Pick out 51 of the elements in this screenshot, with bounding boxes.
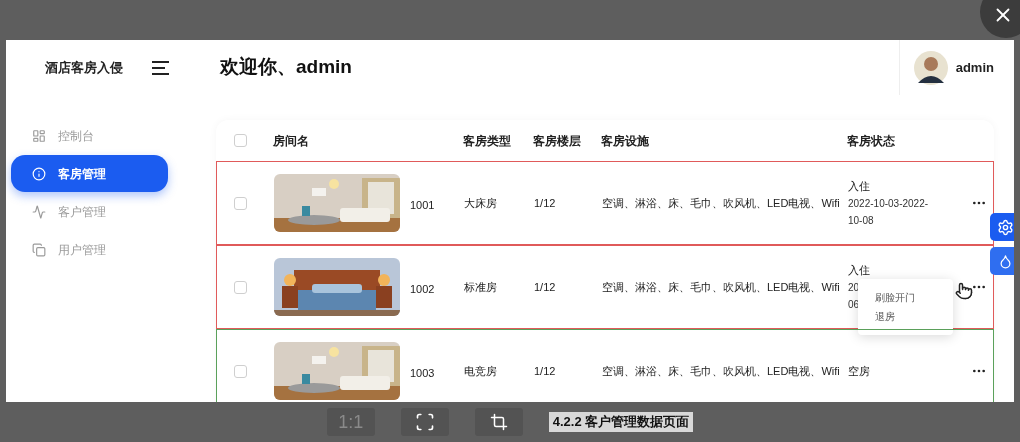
room-facilities: 空调、淋浴、床、毛巾、吹风机、LED电视、Wifi bbox=[602, 195, 841, 211]
crop-icon bbox=[489, 413, 508, 431]
droplet-icon bbox=[997, 253, 1013, 269]
avatar bbox=[913, 50, 948, 85]
room-status: 入住 bbox=[848, 262, 870, 278]
room-facilities: 空调、淋浴、床、毛巾、吹风机、LED电视、Wifi bbox=[602, 363, 841, 379]
checkbox[interactable] bbox=[234, 196, 247, 210]
column-header: 客房楼层 bbox=[533, 132, 582, 150]
fit-icon bbox=[414, 412, 435, 432]
theme-button[interactable] bbox=[990, 247, 1014, 275]
column-header: 客房设施 bbox=[601, 132, 650, 150]
sidebar-item[interactable]: 控制台 bbox=[11, 117, 168, 154]
pulse-icon bbox=[32, 204, 46, 219]
sidebar-item[interactable]: 用户管理 bbox=[11, 231, 168, 268]
room-facilities: 空调、淋浴、床、毛巾、吹风机、LED电视、Wifi bbox=[602, 279, 841, 295]
room-type: 标准房 bbox=[464, 279, 498, 295]
checkbox[interactable] bbox=[234, 364, 247, 378]
crop-button[interactable] bbox=[474, 408, 523, 436]
info-icon bbox=[32, 166, 46, 181]
settings-icon bbox=[996, 218, 1014, 236]
page-title: 欢迎你、admin bbox=[220, 55, 352, 80]
room-type: 大床房 bbox=[464, 195, 498, 211]
room-status: 空房 bbox=[848, 363, 870, 379]
column-header: 房间名 bbox=[273, 132, 310, 150]
room-status: 入住 bbox=[848, 178, 870, 194]
settings-button[interactable] bbox=[990, 213, 1014, 241]
stay-dates: 2022-10-03-2022- bbox=[848, 197, 929, 212]
room-type: 电竞房 bbox=[464, 363, 498, 379]
room-floor: 1/12 bbox=[534, 279, 557, 295]
menu-item[interactable]: 退房 bbox=[875, 309, 953, 324]
sidebar-item[interactable]: 客户管理 bbox=[11, 193, 168, 230]
checkbox[interactable] bbox=[234, 134, 247, 147]
fit-button[interactable] bbox=[400, 408, 449, 436]
room-floor: 1/12 bbox=[534, 195, 557, 211]
sidebar-item[interactable]: 客房管理 bbox=[11, 155, 168, 192]
brand-title: 酒店客房入侵 bbox=[45, 58, 124, 77]
room-number: 1002 bbox=[410, 281, 435, 297]
image-caption: 4.2.2 客户管理数据页面 bbox=[548, 412, 694, 432]
dashboard-icon bbox=[32, 128, 46, 143]
room-floor: 1/12 bbox=[534, 363, 557, 379]
stay-dates: 10-08 bbox=[848, 214, 874, 229]
room-number: 1001 bbox=[410, 197, 435, 213]
menu-item[interactable]: 刷脸开门 bbox=[875, 290, 953, 305]
column-header: 客房类型 bbox=[463, 132, 512, 150]
checkbox[interactable] bbox=[234, 280, 247, 294]
user-name: admin bbox=[955, 58, 994, 77]
pages-icon bbox=[32, 242, 46, 257]
stay-dates: 06 bbox=[848, 298, 860, 313]
column-header: 客房状态 bbox=[847, 132, 896, 150]
hand-cursor-icon bbox=[955, 282, 973, 300]
room-number: 1003 bbox=[410, 365, 435, 381]
